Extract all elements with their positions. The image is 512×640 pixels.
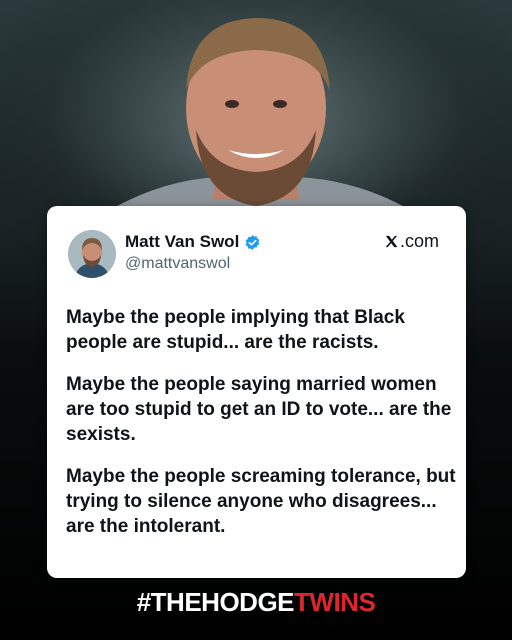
site-label: .com bbox=[400, 231, 440, 251]
brand-hashtag-part1: #THEHODGE bbox=[136, 587, 295, 617]
x-logo-icon bbox=[385, 235, 398, 248]
tweet-paragraph: Maybe the people screaming tolerance, bu… bbox=[66, 466, 456, 537]
brand-hashtag-part2: TWINS bbox=[294, 587, 376, 617]
avatar-image bbox=[68, 230, 116, 278]
tweet-paragraph: Maybe the people implying that Black peo… bbox=[66, 307, 405, 353]
avatar[interactable] bbox=[68, 230, 116, 278]
brand-hashtag: #THEHODGETWINS bbox=[0, 587, 512, 618]
author-row: Matt Van Swol bbox=[125, 232, 261, 252]
tweet-paragraph: Maybe the people saying married women ar… bbox=[66, 374, 452, 445]
verified-badge-icon bbox=[245, 234, 260, 250]
tweet-card: Matt Van Swol @mattvanswol .com Maybe th… bbox=[47, 206, 466, 578]
author-handle[interactable]: @mattvanswol bbox=[125, 255, 230, 273]
tweet-body: Maybe the people implying that Black peo… bbox=[66, 305, 456, 556]
author-name[interactable]: Matt Van Swol bbox=[125, 232, 239, 252]
site-link[interactable]: .com bbox=[384, 231, 439, 252]
